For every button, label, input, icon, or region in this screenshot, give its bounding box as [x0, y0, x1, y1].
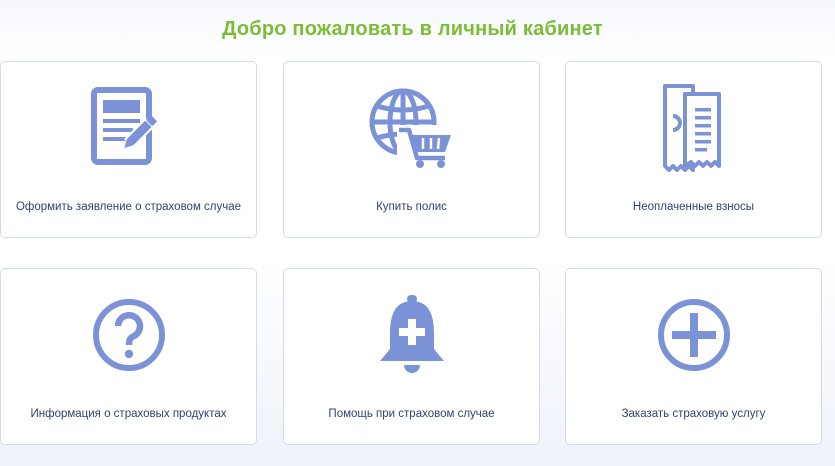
- receipt-icon: [566, 82, 821, 174]
- card-label: Купить полис: [376, 201, 447, 213]
- card-claim-help[interactable]: Помощь при страховом случае: [283, 268, 540, 445]
- card-label: Помощь при страховом случае: [328, 408, 495, 420]
- card-buy-policy[interactable]: Купить полис: [283, 61, 540, 238]
- card-label: Информация о страховых продуктах: [30, 408, 227, 420]
- card-label: Неоплаченные взносы: [632, 201, 755, 213]
- card-label: Оформить заявление о страховом случае: [15, 201, 242, 213]
- document-pen-icon: [1, 82, 256, 174]
- card-unpaid-payments[interactable]: Неоплаченные взносы: [565, 61, 822, 238]
- card-order-service[interactable]: Заказать страховую услугу: [565, 268, 822, 445]
- question-icon: [1, 289, 256, 381]
- card-claim-application[interactable]: Оформить заявление о страховом случае: [0, 61, 257, 238]
- card-label: Заказать страховую услугу: [621, 408, 766, 420]
- card-product-info[interactable]: Информация о страховых продуктах: [0, 268, 257, 445]
- bell-plus-icon: [284, 289, 539, 381]
- globe-cart-icon: [284, 82, 539, 174]
- page-title: Добро пожаловать в личный кабинет: [222, 18, 603, 40]
- plus-circle-icon: [566, 289, 821, 381]
